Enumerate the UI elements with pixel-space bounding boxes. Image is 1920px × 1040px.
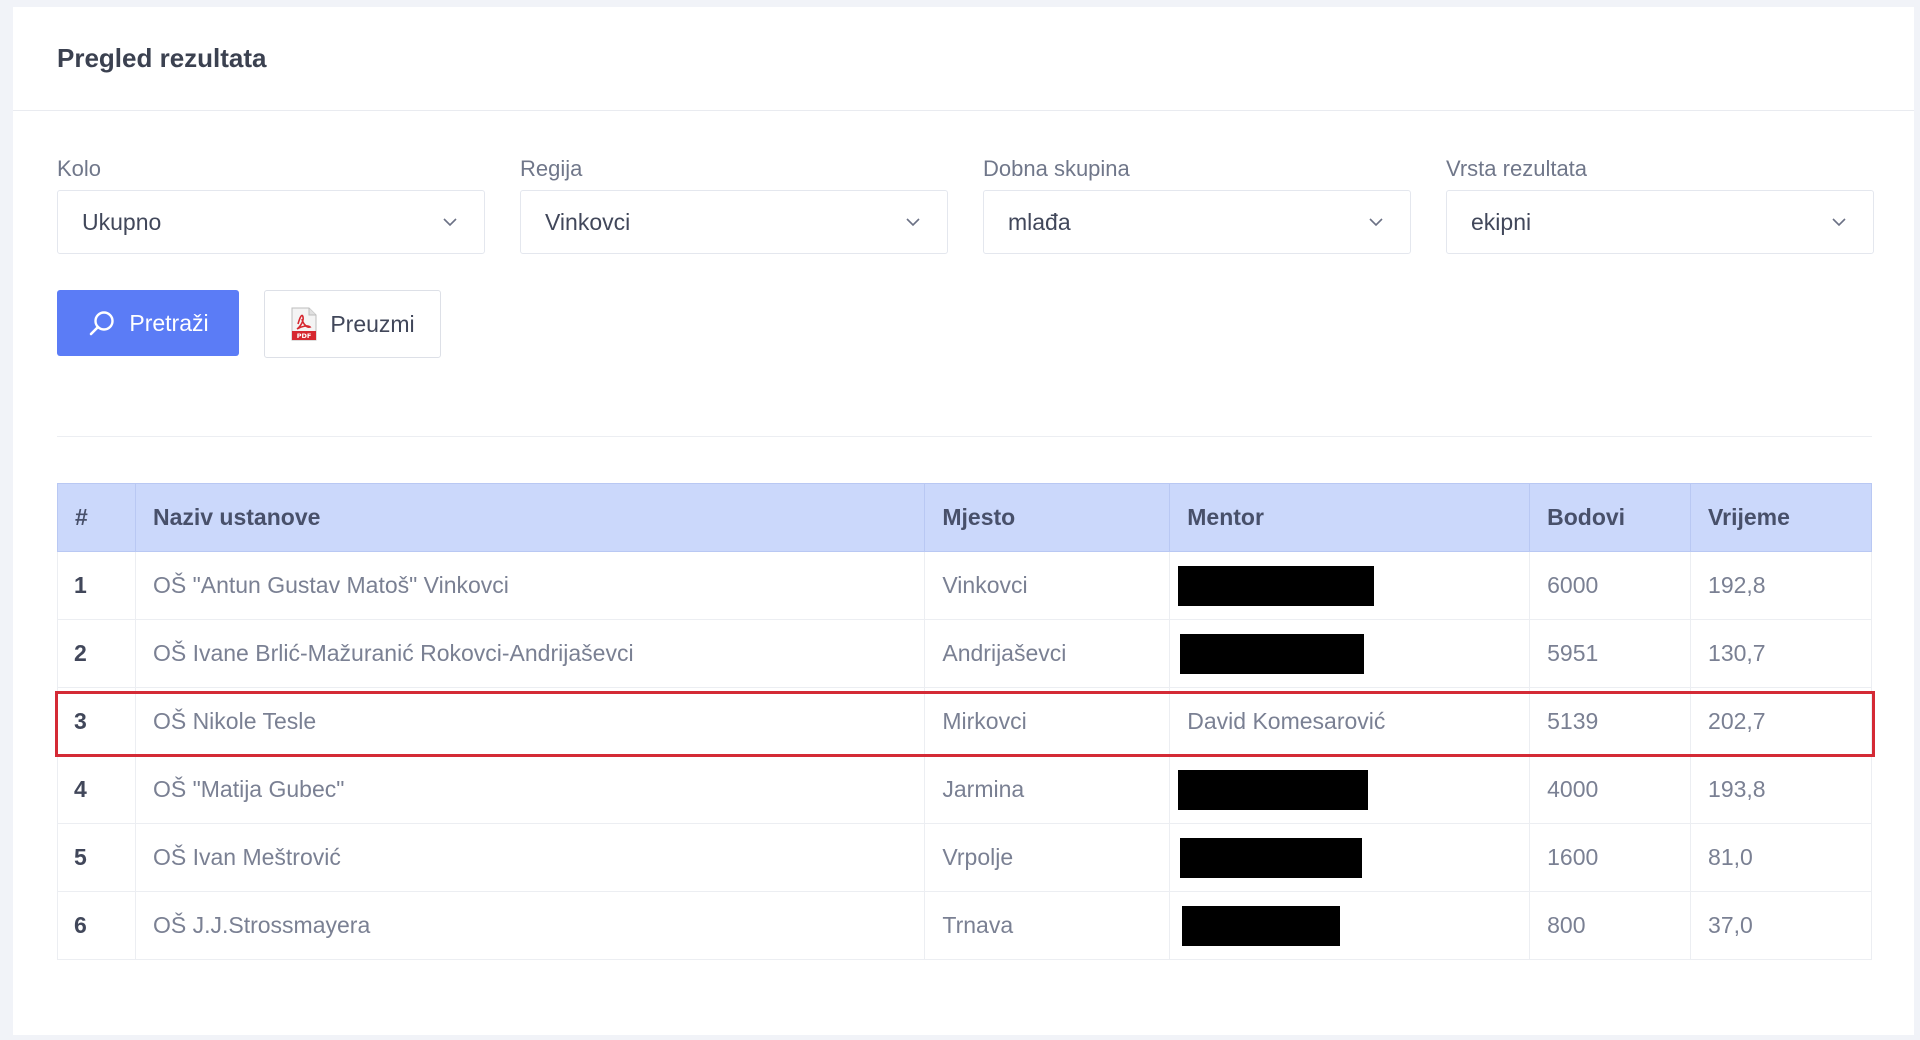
vrsta-rezultata-select[interactable]: ekipni <box>1446 190 1874 254</box>
select-value: Ukupno <box>82 208 162 235</box>
results-table: # Naziv ustanove Mjesto Mentor Bodovi Vr… <box>57 483 1872 960</box>
divider <box>57 436 1872 437</box>
redacted-mentor <box>1178 769 1369 810</box>
row-mentor <box>1169 755 1531 824</box>
filter-label: Dobna skupina <box>983 156 1130 181</box>
download-button-label: Preuzmi <box>330 310 415 337</box>
row-time: 130,7 <box>1690 619 1872 688</box>
filter-dobna-skupina: Dobna skupina mlađa <box>983 155 1411 254</box>
filters-row: Kolo Ukupno Regija Vinkovci Dobna skupin… <box>57 155 1874 254</box>
row-time: 192,8 <box>1690 551 1872 620</box>
chevron-down-icon <box>443 218 457 227</box>
row-mentor <box>1169 823 1531 892</box>
row-mentor: David Komesarović <box>1169 687 1531 756</box>
row-rank: 6 <box>57 891 136 960</box>
table-row: 6 OŠ J.J.Strossmayera Trnava 800 37,0 <box>57 891 1872 960</box>
results-card: Pregled rezultata Kolo Ukupno Regija Vin… <box>13 7 1914 1035</box>
chevron-down-icon <box>906 218 920 227</box>
col-mentor-header[interactable]: Mentor <box>1169 483 1531 552</box>
redacted-mentor <box>1180 837 1363 878</box>
redacted-mentor <box>1182 905 1341 946</box>
row-mentor <box>1169 619 1531 688</box>
regija-select[interactable]: Vinkovci <box>520 190 948 254</box>
pdf-icon-text: PDF <box>297 332 312 340</box>
row-mentor <box>1169 551 1531 620</box>
row-points: 4000 <box>1529 755 1692 824</box>
col-points-header[interactable]: Bodovi <box>1529 483 1692 552</box>
col-rank-header[interactable]: # <box>57 483 136 552</box>
filter-label: Regija <box>520 156 583 181</box>
row-place: Jarmina <box>924 755 1171 824</box>
redacted-mentor <box>1180 633 1365 674</box>
actions-row: Pretraži PDF Preuzmi <box>57 290 441 358</box>
kolo-select[interactable]: Ukupno <box>57 190 485 254</box>
select-value: ekipni <box>1471 208 1532 235</box>
row-rank: 5 <box>57 823 136 892</box>
col-time-header[interactable]: Vrijeme <box>1690 483 1872 552</box>
card-header: Pregled rezultata <box>13 7 1914 111</box>
col-place-header[interactable]: Mjesto <box>924 483 1171 552</box>
redacted-mentor <box>1178 565 1375 606</box>
row-rank: 1 <box>57 551 136 620</box>
row-place: Vinkovci <box>924 551 1171 620</box>
row-name: OŠ Nikole Tesle <box>134 687 926 756</box>
row-name: OŠ J.J.Strossmayera <box>134 891 926 960</box>
filter-vrsta-rezultata: Vrsta rezultata ekipni <box>1446 155 1874 254</box>
search-icon <box>90 311 115 336</box>
row-time: 202,7 <box>1690 687 1872 756</box>
row-points: 800 <box>1529 891 1692 960</box>
row-place: Andrijaševci <box>924 619 1171 688</box>
row-time: 37,0 <box>1690 891 1872 960</box>
row-rank: 4 <box>57 755 136 824</box>
row-place: Mirkovci <box>924 687 1171 756</box>
select-value: mlađa <box>1008 208 1071 235</box>
col-name-header[interactable]: Naziv ustanove <box>134 483 926 552</box>
row-points: 6000 <box>1529 551 1692 620</box>
filter-label: Vrsta rezultata <box>1446 156 1588 181</box>
table-row: 4 OŠ "Matija Gubec" Jarmina 4000 193,8 <box>57 755 1872 824</box>
row-mentor <box>1169 891 1531 960</box>
chevron-down-icon <box>1832 218 1846 227</box>
row-time: 193,8 <box>1690 755 1872 824</box>
dobna-skupina-select[interactable]: mlađa <box>983 190 1411 254</box>
row-points: 5951 <box>1529 619 1692 688</box>
search-button[interactable]: Pretraži <box>57 290 239 356</box>
row-name: OŠ "Antun Gustav Matoš" Vinkovci <box>134 551 926 620</box>
table-row: 2 OŠ Ivane Brlić-Mažuranić Rokovci-Andri… <box>57 619 1872 688</box>
table-row: 5 OŠ Ivan Meštrović Vrpolje 1600 81,0 <box>57 823 1872 892</box>
table-header-row: # Naziv ustanove Mjesto Mentor Bodovi Vr… <box>57 483 1872 552</box>
filter-kolo: Kolo Ukupno <box>57 155 485 254</box>
row-time: 81,0 <box>1690 823 1872 892</box>
row-points: 5139 <box>1529 687 1692 756</box>
row-name: OŠ "Matija Gubec" <box>134 755 926 824</box>
table-row-highlighted: 3 OŠ Nikole Tesle Mirkovci David Komesar… <box>57 687 1872 756</box>
filter-regija: Regija Vinkovci <box>520 155 948 254</box>
row-rank: 2 <box>57 619 136 688</box>
filter-label: Kolo <box>57 156 102 181</box>
row-place: Trnava <box>924 891 1171 960</box>
row-place: Vrpolje <box>924 823 1171 892</box>
pdf-icon: PDF <box>291 307 317 341</box>
table-row: 1 OŠ "Antun Gustav Matoš" Vinkovci Vinko… <box>57 551 1872 620</box>
row-name: OŠ Ivan Meštrović <box>134 823 926 892</box>
row-name: OŠ Ivane Brlić-Mažuranić Rokovci-Andrija… <box>134 619 926 688</box>
row-rank: 3 <box>57 687 136 756</box>
select-value: Vinkovci <box>545 208 631 235</box>
download-button[interactable]: PDF Preuzmi <box>264 290 441 358</box>
search-button-label: Pretraži <box>129 309 209 336</box>
row-points: 1600 <box>1529 823 1692 892</box>
page-title: Pregled rezultata <box>57 43 267 73</box>
chevron-down-icon <box>1369 218 1383 227</box>
